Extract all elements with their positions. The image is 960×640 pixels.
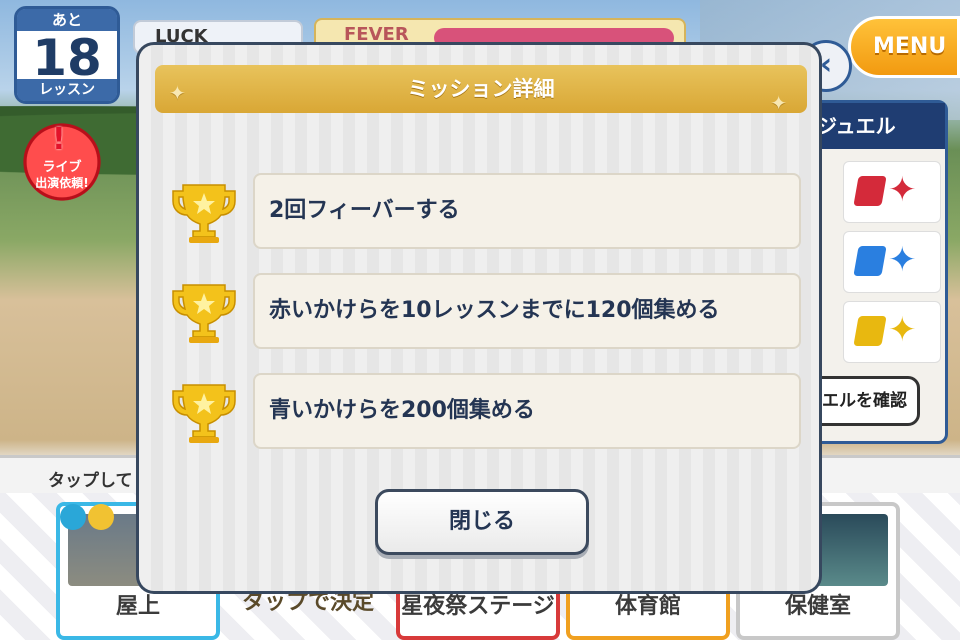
dialog-title-text: ミッション詳細 <box>407 77 555 101</box>
mission-item: 青いかけらを200個集める <box>169 373 803 449</box>
dialog-title: ✦ ミッション詳細 ✦ <box>155 65 807 115</box>
close-button[interactable]: 閉じる <box>375 489 589 555</box>
mission-item: 赤いかけらを10レッスンまでに120個集める <box>169 273 803 349</box>
mission-text: 2回フィーバーする <box>253 173 801 249</box>
trophy-icon <box>172 384 236 443</box>
mission-detail-dialog: ✦ ミッション詳細 ✦ 2回フィーバーする 赤いかけらを10レッスンまでに120… <box>136 42 822 594</box>
mission-text: 赤いかけらを10レッスンまでに120個集める <box>253 273 801 349</box>
sparkle-icon: ✦ <box>169 81 186 105</box>
trophy-icon <box>172 184 236 243</box>
sparkle-icon: ✦ <box>770 91 787 115</box>
dialog-body: ✦ ミッション詳細 ✦ 2回フィーバーする 赤いかけらを10レッスンまでに120… <box>139 45 819 591</box>
trophy-icon <box>172 284 236 343</box>
mission-text: 青いかけらを200個集める <box>253 373 801 449</box>
mission-item: 2回フィーバーする <box>169 173 803 249</box>
